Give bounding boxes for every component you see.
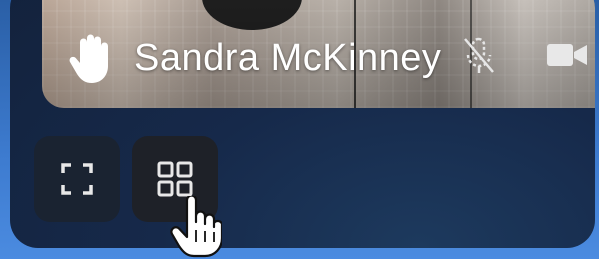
participant-name-row: Sandra McKinney [66, 30, 441, 86]
raised-hand-icon [69, 34, 108, 83]
participant-name: Sandra McKinney [134, 36, 442, 79]
mic-muted-icon [464, 37, 494, 73]
hand-pointer-cursor [170, 196, 222, 258]
fullscreen-icon [61, 163, 93, 195]
participant-video-tile[interactable]: Sandra McKinney [42, 0, 595, 108]
fullscreen-button[interactable] [34, 136, 120, 222]
meeting-view: Sandra McKinney [0, 0, 599, 259]
grid-view-icon [157, 161, 193, 197]
camera-icon [547, 44, 587, 66]
